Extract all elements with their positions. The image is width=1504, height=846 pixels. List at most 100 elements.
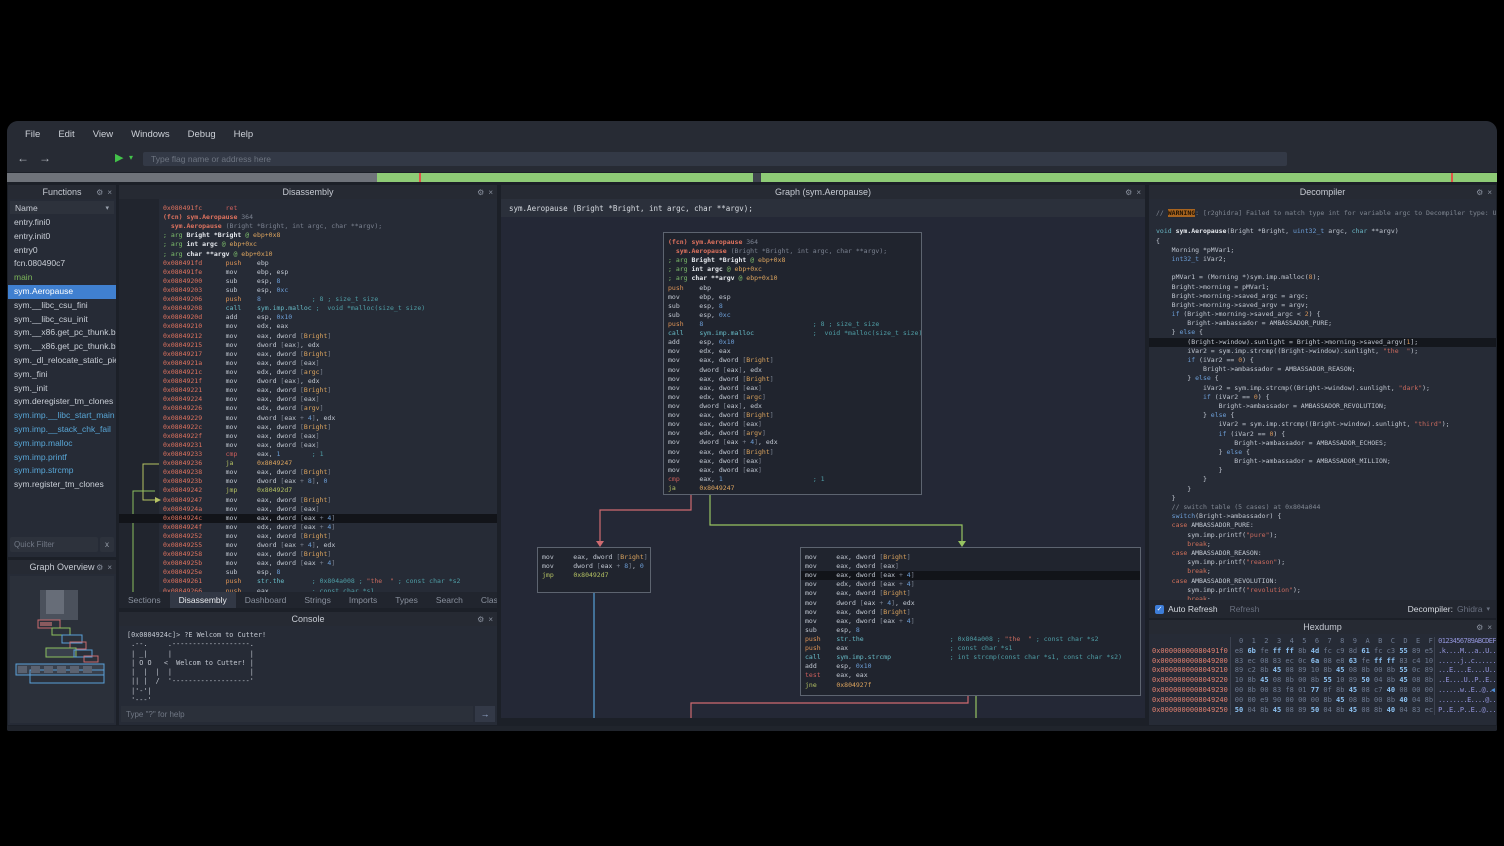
tab-disassembly[interactable]: Disassembly (170, 592, 236, 608)
graph-node-true-branch[interactable]: mov eax, dword [Bright]mov eax, dword [e… (800, 547, 1141, 696)
menu-bar: FileEditViewWindowsDebugHelp (7, 121, 1497, 148)
function-list-item[interactable]: entry0 (8, 244, 116, 258)
address-input[interactable] (143, 152, 1287, 166)
decompiler-select[interactable]: Ghidra (1457, 604, 1483, 614)
code-line: 0x08049255 mov dword [eax + 4], edx (163, 541, 497, 550)
panel-settings-icon[interactable]: ⚙ (96, 563, 103, 572)
tab-search[interactable]: Search (427, 592, 472, 608)
tab-strings[interactable]: Strings (295, 592, 339, 608)
panel-settings-icon[interactable]: ⚙ (477, 188, 484, 197)
tab-classes[interactable]: Classes (472, 592, 497, 608)
code-line: break; (1156, 567, 1496, 576)
graph-overview-titlebar[interactable]: Graph Overview ⚙ × (8, 560, 116, 574)
graph-node-false-branch[interactable]: mov eax, dword [Bright]mov dword [eax + … (537, 547, 651, 593)
console-input[interactable] (121, 706, 473, 722)
panel-close-icon[interactable]: × (488, 615, 493, 624)
function-list-item[interactable]: sym._init (8, 382, 116, 396)
decompiler-titlebar[interactable]: Decompiler ⚙× (1149, 185, 1496, 199)
hexdump-content[interactable]: 0 1 2 3 4 5 6 7 8 9 A B C D E F 01234567… (1149, 634, 1496, 725)
function-list-item[interactable]: sym.__x86.get_pc_thunk.bp (8, 326, 116, 340)
hexdump-row[interactable]: 0x000000000804920083 ec 08 83 ec 0c 6a 0… (1149, 657, 1496, 667)
console-send-icon[interactable]: → (475, 706, 495, 722)
graph-overview-minimap[interactable] (10, 576, 114, 722)
refresh-button[interactable]: Refresh (1230, 604, 1260, 614)
code-line (1156, 218, 1496, 227)
panel-close-icon[interactable]: × (107, 563, 112, 572)
panel-settings-icon[interactable]: ⚙ (1476, 188, 1483, 197)
disassembly-titlebar[interactable]: Disassembly ⚙× (119, 185, 497, 199)
function-list-item[interactable]: sym._fini (8, 368, 116, 382)
function-list-item[interactable]: sym.__x86.get_pc_thunk.bx (8, 340, 116, 354)
code-line: iVar2 = sym.imp.strcmp((Bright->window).… (1156, 347, 1496, 356)
disassembly-code[interactable]: 0x080491fc ret(fcn) sym.Aeropause 364 sy… (119, 199, 497, 592)
function-list-item[interactable]: fcn.080490c7 (8, 257, 116, 271)
seek-segment (377, 173, 753, 182)
panel-settings-icon[interactable]: ⚙ (96, 188, 103, 197)
disassembly-panel: Disassembly ⚙ × 0x080491fc ret(fcn) sym.A… (119, 185, 497, 608)
function-list-item[interactable]: sym.register_tm_clones (8, 478, 116, 492)
graph-canvas[interactable]: (fcn) sym.Aeropause 364 sym.Aeropause (B… (501, 217, 1145, 718)
tab-imports[interactable]: Imports (340, 592, 386, 608)
menu-item-debug[interactable]: Debug (180, 126, 224, 143)
function-list-item[interactable]: sym.imp.__stack_chk_fail (8, 423, 116, 437)
code-line: mov dword [eax], edx (668, 402, 917, 411)
graph-node-entry[interactable]: (fcn) sym.Aeropause 364 sym.Aeropause (B… (663, 232, 922, 495)
tab-dashboard[interactable]: Dashboard (236, 592, 296, 608)
code-line: 0x08049233 cmp eax, 1 ; 1 (163, 450, 497, 459)
panel-settings-icon[interactable]: ⚙ (1125, 188, 1132, 197)
menu-item-view[interactable]: View (85, 126, 121, 143)
function-list-item[interactable]: sym.__libc_csu_fini (8, 299, 116, 313)
back-icon[interactable]: ← (17, 151, 29, 165)
code-line: mov dword [eax + 4], edx (805, 599, 1136, 608)
hexdump-row[interactable]: 0x000000000804921089 c2 8b 45 08 89 10 8… (1149, 666, 1496, 676)
function-list-item[interactable]: sym.imp.malloc (8, 437, 116, 451)
function-list-item[interactable]: sym.imp.strcmp (8, 464, 116, 478)
function-list-item[interactable]: sym.__libc_csu_init (8, 313, 116, 327)
forward-icon[interactable]: → (39, 151, 51, 165)
menu-item-windows[interactable]: Windows (123, 126, 178, 143)
filter-clear-button[interactable]: x (100, 537, 114, 552)
hexdump-row[interactable]: 0x000000000804923000 8b 00 83 f8 01 77 0… (1149, 686, 1496, 696)
function-list-item[interactable]: sym.imp.__libc_start_main (8, 409, 116, 423)
panel-title: Graph Overview (29, 562, 94, 572)
play-dropdown-icon[interactable]: ▾ (129, 153, 133, 162)
toolbar: ← → ▶ ▾ (7, 148, 1497, 172)
function-list-item[interactable]: sym.imp.printf (8, 451, 116, 465)
panel-close-icon[interactable]: × (1487, 623, 1492, 632)
tab-types[interactable]: Types (386, 592, 427, 608)
panel-settings-icon[interactable]: ⚙ (1476, 623, 1483, 632)
functions-sort-header[interactable]: Name ▾ (10, 201, 114, 214)
hexdump-titlebar[interactable]: Hexdump ⚙× (1149, 620, 1496, 634)
code-line: 0x0804924a mov eax, dword [eax] (163, 505, 497, 514)
play-debug-icon[interactable]: ▶ (115, 151, 123, 164)
hexdump-row[interactable]: 0x000000000804925050 04 8b 45 08 89 50 0… (1149, 706, 1496, 716)
function-list-item[interactable]: main (8, 271, 116, 285)
function-list-item[interactable]: sym.deregister_tm_clones (8, 395, 116, 409)
menu-item-edit[interactable]: Edit (50, 126, 82, 143)
hexdump-row[interactable]: 0x00000000080491f0e8 6b fe ff ff 8b 4d f… (1149, 647, 1496, 657)
panel-close-icon[interactable]: × (488, 188, 493, 197)
code-line: iVar2 = sym.imp.strcmp((Bright->window).… (1156, 420, 1496, 429)
function-list-item[interactable]: sym.Aeropause (8, 285, 116, 299)
tab-sections[interactable]: Sections (119, 592, 170, 608)
seek-bar[interactable] (7, 173, 1497, 182)
function-list-item[interactable]: sym._dl_relocate_static_pie (8, 354, 116, 368)
hexdump-row[interactable]: 0x000000000804924000 00 e9 90 00 00 00 8… (1149, 696, 1496, 706)
functions-panel: Functions ⚙× Name ▾ entry.fini0entry.ini… (8, 185, 116, 557)
functions-panel-titlebar[interactable]: Functions ⚙× (8, 185, 116, 199)
auto-refresh-checkbox[interactable]: ✓ (1155, 605, 1164, 614)
panel-settings-icon[interactable]: ⚙ (477, 615, 484, 624)
console-titlebar[interactable]: Console ⚙× (119, 612, 497, 626)
menu-item-file[interactable]: File (17, 126, 48, 143)
hexdump-row[interactable]: 0x000000000804922010 8b 45 08 8b 00 8b 5… (1149, 676, 1496, 686)
panel-close-icon[interactable]: × (107, 188, 112, 197)
decompiler-code[interactable]: // WARNING: [r2ghidra] Failed to match t… (1149, 199, 1496, 600)
panel-close-icon[interactable]: × (1136, 188, 1141, 197)
menu-item-help[interactable]: Help (226, 126, 262, 143)
panel-close-icon[interactable]: × (1487, 188, 1492, 197)
function-list-item[interactable]: entry.fini0 (8, 216, 116, 230)
function-list-item[interactable]: entry.init0 (8, 230, 116, 244)
quick-filter-input[interactable] (10, 537, 98, 552)
graph-titlebar[interactable]: Graph (sym.Aeropause) ⚙× (501, 185, 1145, 199)
code-line: if (Bright->morning->saved_argc < 2) { (1156, 310, 1496, 319)
